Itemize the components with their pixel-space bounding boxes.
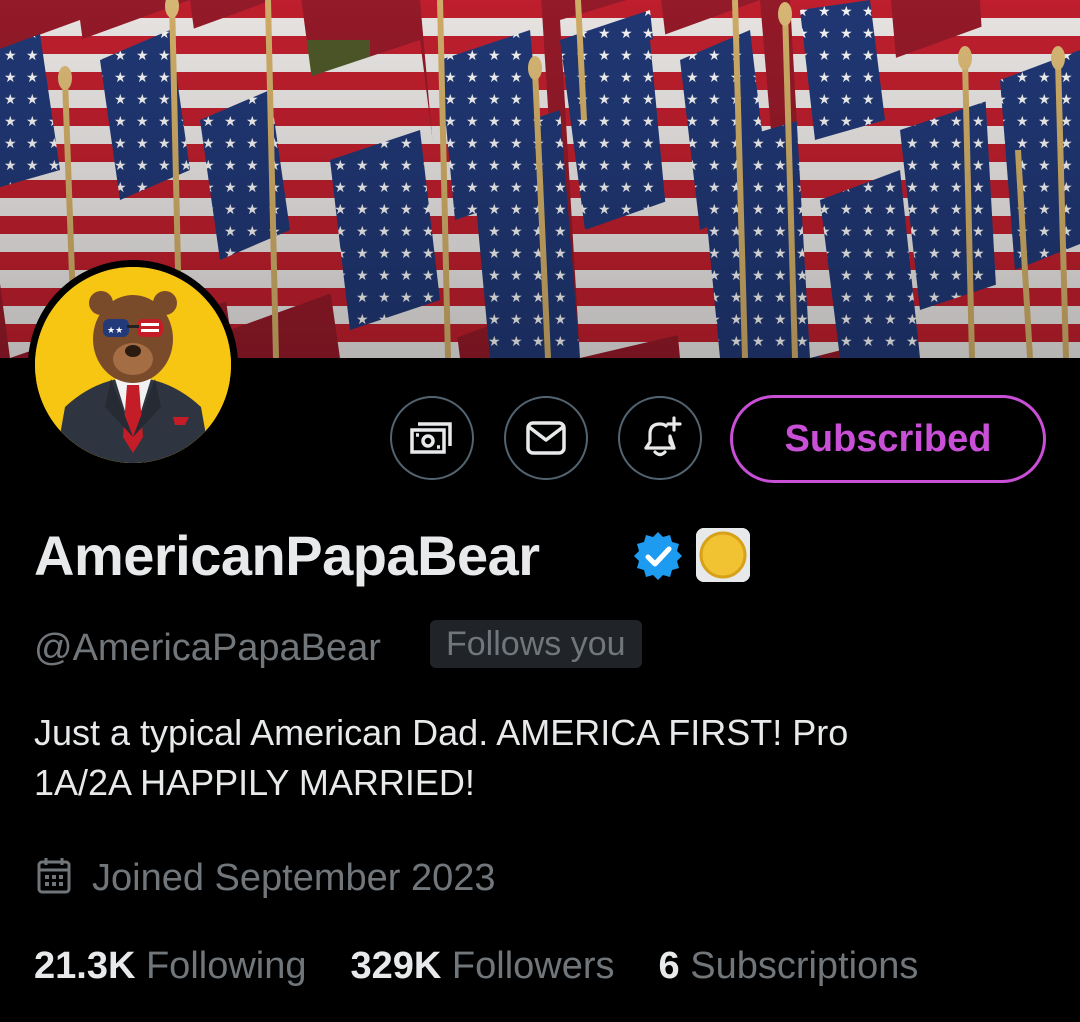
subscribed-button[interactable]: Subscribed xyxy=(730,395,1046,483)
bio-line: Just a typical American Dad. AMERICA FIR… xyxy=(34,712,849,753)
display-name: AmericanPapaBear xyxy=(34,524,540,587)
mail-icon xyxy=(526,421,566,455)
following-link[interactable]: 21.3K Following xyxy=(34,940,307,992)
avatar[interactable]: ★★ xyxy=(28,260,238,470)
notifications-button[interactable] xyxy=(618,396,702,480)
affiliate-badge-icon[interactable] xyxy=(696,528,750,582)
following-label: Following xyxy=(145,945,307,987)
bio-line: 1A/2A HAPPILY MARRIED! xyxy=(34,762,475,803)
avatar-image: ★★ xyxy=(35,267,231,463)
subscriptions-count: 6 xyxy=(658,945,680,987)
message-button[interactable] xyxy=(504,396,588,480)
followers-label: Followers xyxy=(451,945,615,987)
subscriptions-label: Subscriptions xyxy=(690,945,919,987)
profile-bio: Just a typical American Dad. AMERICA FIR… xyxy=(34,708,1034,808)
followers-count: 329K xyxy=(350,945,442,987)
verified-badge-icon[interactable] xyxy=(632,530,684,582)
joined-date: Joined September 2023 xyxy=(92,857,496,899)
profile-stats: 21.3K Following 329K Followers 6 Subscri… xyxy=(34,940,918,992)
money-icon xyxy=(410,422,452,454)
subscriptions-link[interactable]: 6 Subscriptions xyxy=(659,940,919,992)
username-handle: @AmericaPapaBear xyxy=(34,627,381,669)
svg-text:★★: ★★ xyxy=(107,326,123,336)
following-count: 21.3K xyxy=(34,945,136,987)
tip-money-button[interactable] xyxy=(390,396,474,480)
calendar-icon xyxy=(37,858,71,894)
follows-you-badge: Follows you xyxy=(430,620,642,668)
bell-plus-icon xyxy=(644,416,682,457)
followers-link[interactable]: 329K Followers xyxy=(351,940,615,992)
